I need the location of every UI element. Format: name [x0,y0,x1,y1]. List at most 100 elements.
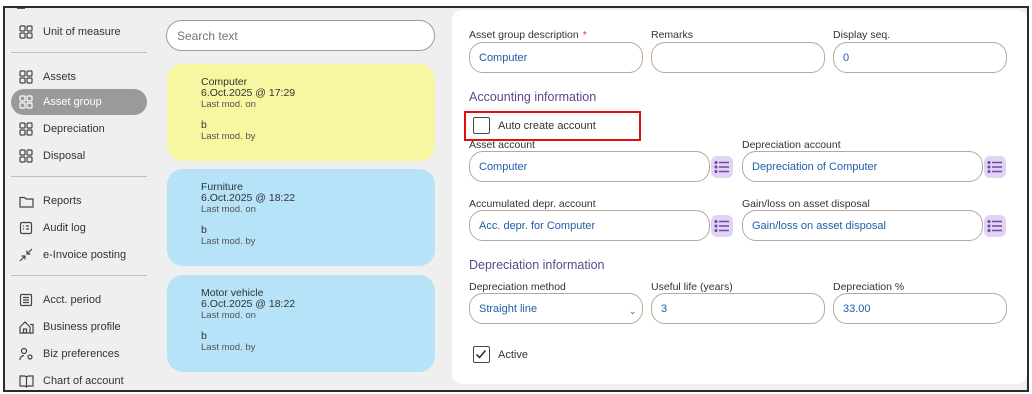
sidebar-item-label: Unit of measure [43,26,121,38]
user-gear-icon [18,346,34,362]
record-mod-on-label: Last mod. on [201,204,256,215]
sidebar-divider [11,52,147,53]
sidebar-item-label: Audit log [43,222,86,234]
accum-depr-list-button[interactable] [711,215,733,237]
record-mod-by-label: Last mod. by [201,131,256,142]
depr-pct-label: Depreciation % [833,281,905,293]
useful-life-value: 3 [661,302,668,315]
depreciation-section-title: Depreciation information [469,258,605,272]
grid-icon [18,148,34,164]
method-select[interactable]: Straight line [469,293,643,324]
house-icon [18,319,34,335]
sidebar-item-label: Depreciation [43,123,105,135]
record-list-panel: Computer 6.Oct.2025 @ 17:29 Last mod. on… [157,10,443,390]
sidebar-item-disposal[interactable]: Disposal [11,143,147,169]
record-date: 6.Oct.2025 @ 17:29 [201,87,296,99]
record-user: b [201,330,207,342]
grid-icon [18,69,34,85]
depreciation-account-field[interactable]: Depreciation of Computer [742,151,983,182]
record-card-computer[interactable]: Computer 6.Oct.2025 @ 17:29 Last mod. on… [167,64,435,161]
app-window: Unit of measure Assets Asset group Depre… [3,6,1029,392]
gain-loss-value: Gain/loss on asset disposal [752,219,886,232]
asset-account-list-button[interactable] [711,156,733,178]
grid-icon [18,24,34,40]
sidebar-item-depreciation[interactable]: Depreciation [11,116,147,142]
depreciation-account-list-button[interactable] [984,156,1006,178]
useful-life-label: Useful life (years) [651,281,733,293]
remarks-label: Remarks [651,29,694,41]
description-field[interactable]: Computer [469,42,643,73]
description-value: Computer [479,51,528,64]
asset-account-field[interactable]: Computer [469,151,710,182]
sidebar-item-label: Chart of account [43,375,124,387]
method-value: Straight line [479,302,538,315]
grid-icon [18,94,34,110]
record-user: b [201,119,207,131]
gain-loss-label: Gain/loss on asset disposal [742,198,870,210]
auto-create-label: Auto create account [498,120,596,132]
record-card-motor-vehicle[interactable]: Motor vehicle 6.Oct.2025 @ 18:22 Last mo… [167,275,435,372]
depreciation-account-value: Depreciation of Computer [752,160,878,173]
accum-depr-field[interactable]: Acc. depr. for Computer [469,210,710,241]
active-checkbox[interactable] [473,346,490,363]
remarks-field[interactable] [651,42,825,73]
sidebar-item-einvoice-posting[interactable]: e-Invoice posting [11,242,147,268]
display-seq-field[interactable]: 0 [833,42,1007,73]
sidebar: Unit of measure Assets Asset group Depre… [5,8,157,390]
record-date: 6.Oct.2025 @ 18:22 [201,298,296,310]
sidebar-item-label: Reports [43,195,82,207]
chevron-down-icon: ⌄ [629,306,637,316]
required-mark: * [582,29,587,41]
record-user: b [201,224,207,236]
sidebar-item-assets[interactable]: Assets [11,64,147,90]
log-icon [18,220,34,236]
gain-loss-field[interactable]: Gain/loss on asset disposal [742,210,983,241]
sidebar-divider [11,275,147,276]
list-icon [714,160,729,174]
check-icon [475,349,487,359]
sidebar-item-unit-of-measure[interactable]: Unit of measure [11,19,147,45]
record-mod-by-label: Last mod. by [201,342,256,353]
sidebar-item-acct-period[interactable]: Acct. period [11,287,147,313]
sidebar-item-chart-of-account[interactable]: Chart of account [11,368,147,390]
sidebar-item-asset-group[interactable]: Asset group [11,89,147,115]
sidebar-item-label: Disposal [43,150,86,162]
depreciation-account-label: Depreciation account [742,139,841,151]
record-card-furniture[interactable]: Furniture 6.Oct.2025 @ 18:22 Last mod. o… [167,169,435,266]
sidebar-divider [11,176,147,177]
asset-account-value: Computer [479,160,528,173]
arrows-icon [18,247,34,263]
search-input[interactable] [166,20,435,51]
record-mod-on-label: Last mod. on [201,310,256,321]
list-icon [987,160,1002,174]
list-icon [987,219,1002,233]
asset-group-form: Asset group description * Computer Remark… [452,10,1027,384]
method-label: Depreciation method [469,281,566,293]
sidebar-item-biz-preferences[interactable]: Biz preferences [11,341,147,367]
sidebar-item-label: e-Invoice posting [43,249,127,261]
record-mod-on-label: Last mod. on [201,99,256,110]
sidebar-item-label: Business profile [43,321,121,333]
sidebar-item-label: Biz preferences [43,348,120,360]
record-mod-by-label: Last mod. by [201,236,256,247]
active-label: Active [498,349,528,361]
accum-depr-label: Accumulated depr. account [469,198,596,210]
auto-create-checkbox[interactable] [473,117,490,134]
depr-pct-value: 33.00 [843,302,871,315]
display-seq-value: 0 [843,51,850,64]
accounting-section-title: Accounting information [469,90,597,104]
display-seq-label: Display seq. [833,29,891,41]
asset-account-label: Asset account [469,139,535,151]
folder-icon [18,193,34,209]
record-date: 6.Oct.2025 @ 18:22 [201,192,296,204]
sidebar-item-audit-log[interactable]: Audit log [11,215,147,241]
useful-life-field[interactable]: 3 [651,293,825,324]
depr-pct-field[interactable]: 33.00 [833,293,1007,324]
sidebar-item-reports[interactable]: Reports [11,188,147,214]
gain-loss-list-button[interactable] [984,215,1006,237]
accum-depr-value: Acc. depr. for Computer [479,219,596,232]
sidebar-item-business-profile[interactable]: Business profile [11,314,147,340]
sidebar-item-label: Acct. period [43,294,102,306]
list-icon [18,292,34,308]
list-icon [714,219,729,233]
